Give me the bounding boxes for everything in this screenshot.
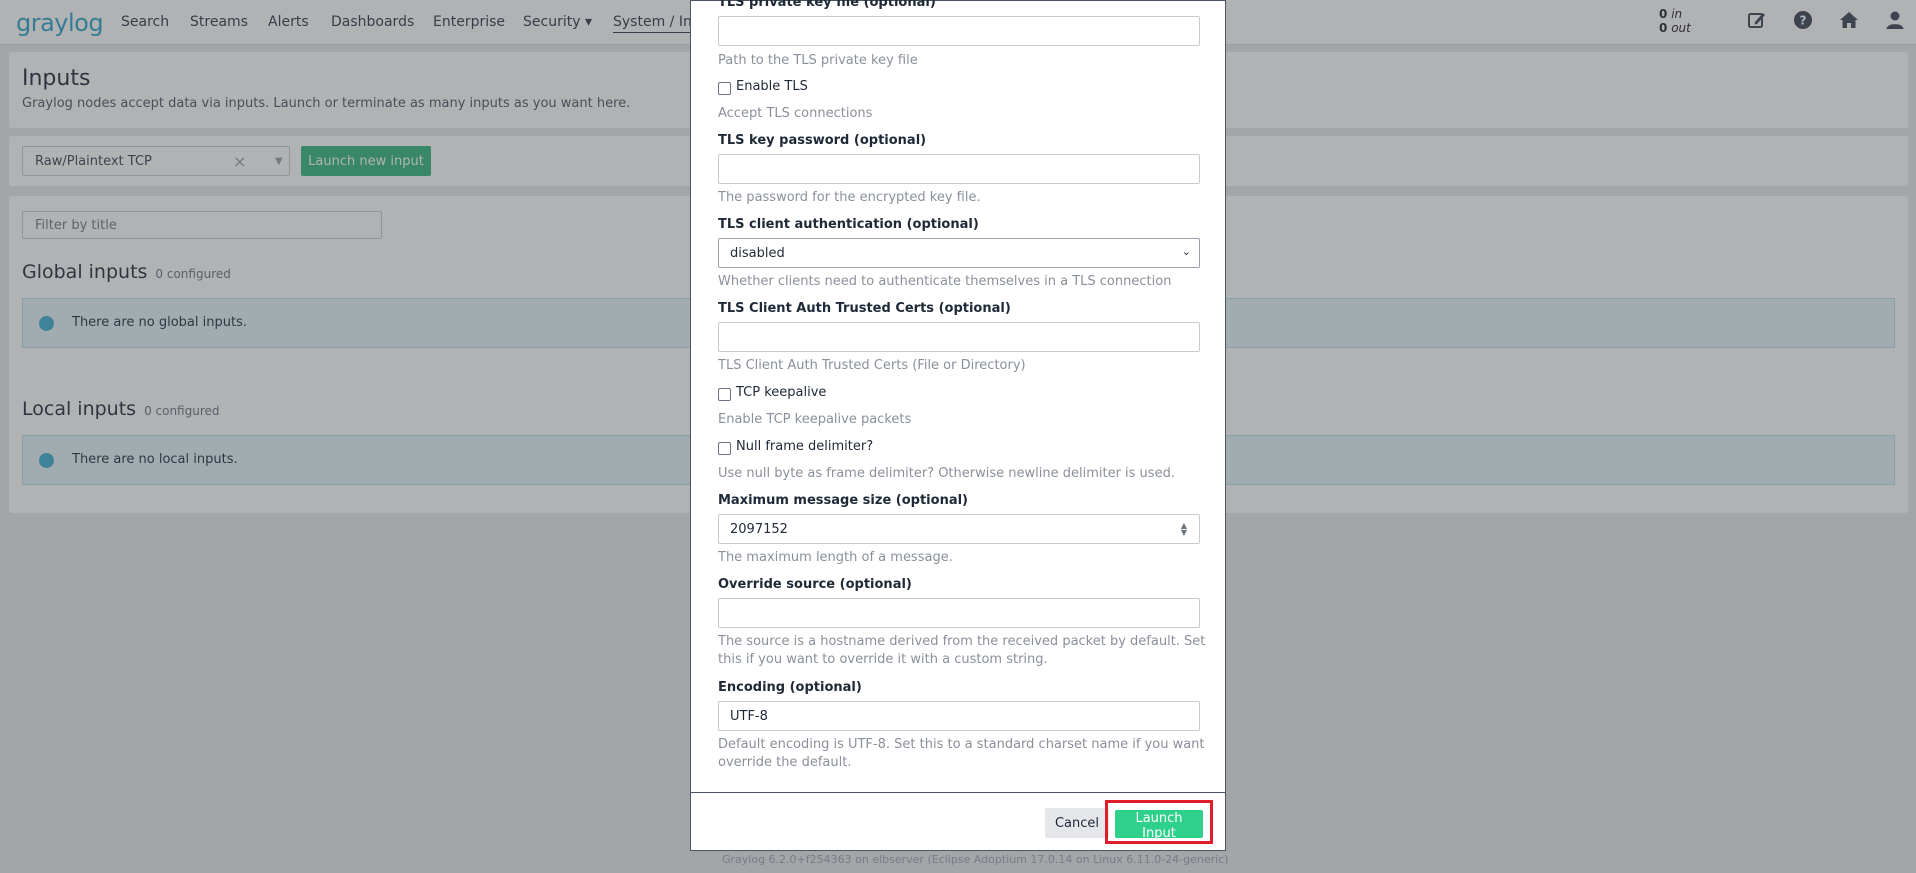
tcp-keepalive-box[interactable]: [718, 388, 731, 401]
tls-client-auth-certs-label: TLS Client Auth Trusted Certs (optional): [718, 301, 1011, 316]
null-frame-delimiter-box[interactable]: [718, 442, 731, 455]
null-frame-delimiter-label[interactable]: Null frame delimiter?: [736, 439, 873, 454]
tls-client-auth-value: disabled: [730, 246, 785, 261]
tls-client-auth-certs-input[interactable]: [718, 322, 1200, 352]
launch-input-button[interactable]: Launch Input: [1115, 810, 1203, 841]
encoding-label: Encoding (optional): [718, 680, 862, 695]
tls-key-password-input[interactable]: [718, 154, 1200, 184]
tls-client-auth-certs-help: TLS Client Auth Trusted Certs (File or D…: [718, 358, 1026, 373]
tcp-keepalive-help: Enable TCP keepalive packets: [718, 412, 912, 427]
modal-footer-divider: [691, 792, 1225, 793]
max-message-size-label: Maximum message size (optional): [718, 493, 968, 508]
override-source-input[interactable]: [718, 598, 1200, 628]
tls-private-key-file-label: TLS private key file (optional): [718, 0, 936, 10]
null-frame-delimiter-help: Use null byte as frame delimiter? Otherw…: [718, 466, 1175, 481]
tcp-keepalive-label[interactable]: TCP keepalive: [736, 385, 826, 400]
cancel-button[interactable]: Cancel: [1045, 808, 1109, 838]
encoding-input[interactable]: UTF-8: [718, 701, 1200, 731]
tls-client-auth-select[interactable]: disabled ⌄: [718, 238, 1200, 268]
launch-input-highlight: Launch Input: [1105, 800, 1213, 844]
enable-tls-label[interactable]: Enable TLS: [736, 79, 808, 94]
tls-private-key-file-input[interactable]: [718, 16, 1200, 46]
tls-private-key-file-help: Path to the TLS private key file: [718, 53, 918, 68]
override-source-help: The source is a hostname derived from th…: [718, 634, 1206, 667]
override-source-label: Override source (optional): [718, 577, 912, 592]
number-stepper-icon[interactable]: ▲ ▼: [1179, 522, 1189, 537]
tls-key-password-label: TLS key password (optional): [718, 133, 927, 148]
max-message-size-value: 2097152: [730, 522, 788, 537]
tls-client-auth-help: Whether clients need to authenticate the…: [718, 274, 1172, 289]
encoding-value: UTF-8: [730, 709, 768, 724]
tls-client-auth-label: TLS client authentication (optional): [718, 217, 979, 232]
enable-tls-box[interactable]: [718, 82, 731, 95]
max-message-size-help: The maximum length of a message.: [718, 550, 953, 565]
tls-key-password-help: The password for the encrypted key file.: [718, 190, 981, 205]
encoding-help: Default encoding is UTF-8. Set this to a…: [718, 737, 1205, 770]
max-message-size-input[interactable]: 2097152 ▲ ▼: [718, 514, 1200, 544]
chevron-down-icon: ⌄: [1181, 245, 1191, 258]
launch-input-modal: TLS private key file (optional) Path to …: [690, 0, 1226, 851]
enable-tls-help: Accept TLS connections: [718, 106, 873, 121]
